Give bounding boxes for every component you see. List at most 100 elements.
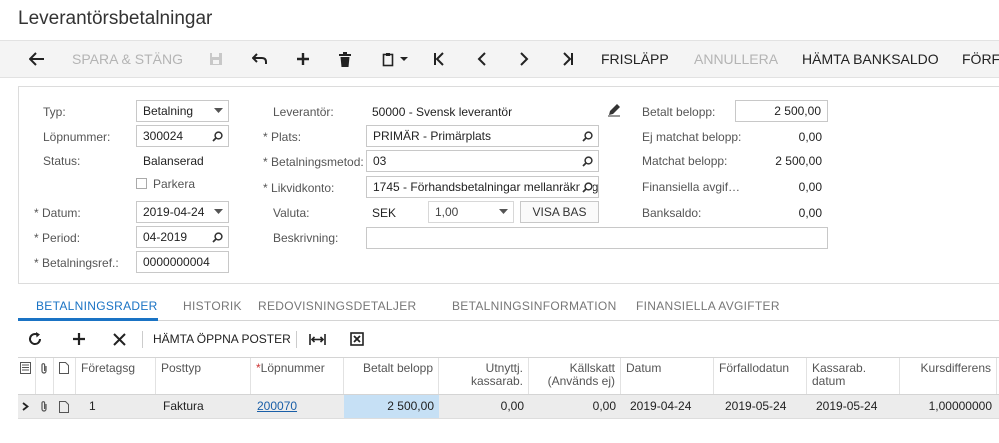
cell-paid[interactable]: 2 500,00 bbox=[344, 395, 439, 418]
export-excel-button[interactable] bbox=[350, 322, 364, 356]
tab-payment-info[interactable]: BETALNINGSINFORMATION bbox=[452, 299, 617, 313]
exchange-rate-value: 1,00 bbox=[435, 205, 459, 219]
back-button[interactable] bbox=[22, 41, 52, 77]
col-posttype[interactable]: Posttyp bbox=[156, 358, 251, 394]
add-row-button[interactable] bbox=[72, 322, 86, 356]
vendor-label: Leverantör: bbox=[273, 105, 334, 119]
paid-amount-field[interactable]: 2 500,00 bbox=[735, 100, 828, 122]
last-record-button[interactable] bbox=[555, 41, 581, 77]
cancel-button[interactable]: ANNULLERA bbox=[694, 41, 778, 77]
cash-account-label: Likvidkonto: bbox=[263, 181, 334, 195]
status-label: Status: bbox=[43, 154, 81, 168]
currency-label: Valuta: bbox=[273, 206, 310, 220]
previous-record-button[interactable] bbox=[469, 41, 495, 77]
delete-row-button[interactable] bbox=[113, 322, 126, 356]
fetch-open-items-button[interactable]: HÄMTA ÖPPNA POSTER bbox=[153, 322, 291, 356]
cell-withholding[interactable]: 0,00 bbox=[529, 395, 621, 418]
cell-due-date[interactable]: 2019-05-24 bbox=[720, 395, 807, 418]
undo-button[interactable] bbox=[247, 41, 273, 77]
matched-amount-value: 2 500,00 bbox=[775, 154, 822, 168]
more-toolbar-button[interactable]: FÖRF bbox=[962, 41, 999, 77]
period-label: Period: bbox=[34, 231, 80, 245]
col-number[interactable]: *Löpnummer bbox=[251, 358, 344, 394]
type-select[interactable]: Betalning bbox=[136, 100, 229, 122]
chevron-down-icon bbox=[214, 202, 223, 222]
refresh-button[interactable] bbox=[28, 322, 42, 356]
file-column-icon[interactable] bbox=[54, 358, 76, 394]
description-field[interactable] bbox=[366, 227, 828, 249]
col-paid[interactable]: Betalt belopp bbox=[344, 358, 439, 394]
cell-posttype[interactable]: Faktura bbox=[158, 395, 251, 418]
type-label: Typ: bbox=[43, 105, 66, 119]
first-record-button[interactable] bbox=[426, 41, 452, 77]
clipboard-icon bbox=[382, 52, 393, 66]
tab-accounting-details[interactable]: REDOVISNINGSDETALJER bbox=[258, 299, 416, 313]
period-field[interactable]: 04-2019 bbox=[136, 226, 229, 248]
add-button[interactable] bbox=[290, 41, 316, 77]
park-label: Parkera bbox=[153, 177, 196, 191]
plus-icon bbox=[73, 333, 85, 345]
park-checkbox[interactable] bbox=[136, 178, 147, 189]
tab-history[interactable]: HISTORIK bbox=[183, 299, 242, 313]
plus-icon bbox=[297, 53, 309, 65]
exchange-rate-select[interactable]: 1,00 bbox=[428, 201, 514, 223]
excel-icon bbox=[350, 332, 364, 346]
col-used-discount[interactable]: Utnyttj. kassarab. bbox=[439, 358, 529, 394]
delete-button[interactable] bbox=[332, 41, 358, 77]
save-close-button[interactable]: SPARA & STÄNG bbox=[72, 41, 183, 77]
search-icon bbox=[582, 126, 593, 146]
cell-date[interactable]: 2019-04-24 bbox=[625, 395, 714, 418]
tab-financial-charges[interactable]: FINANSIELLA AVGIFTER bbox=[636, 299, 780, 313]
table-row[interactable]: 1 Faktura 200070 2 500,00 0,00 0,00 2019… bbox=[18, 395, 999, 419]
col-date[interactable]: Datum bbox=[621, 358, 714, 394]
number-value: 300024 bbox=[143, 129, 184, 143]
col-withholding[interactable]: Källskatt (Används ej) bbox=[529, 358, 621, 394]
file-icon[interactable] bbox=[54, 395, 76, 418]
grid-toolbar: HÄMTA ÖPPNA POSTER bbox=[18, 322, 999, 356]
payment-ref-label: Betalningsref.: bbox=[34, 256, 119, 270]
payment-ref-field[interactable]: 0000000004 bbox=[136, 251, 229, 273]
copy-paste-menu[interactable] bbox=[378, 41, 412, 77]
row-selector-icon[interactable] bbox=[18, 395, 36, 418]
search-icon bbox=[212, 126, 223, 146]
cell-number-link[interactable]: 200070 bbox=[252, 395, 344, 418]
payment-lines-grid: Företagsg Posttyp *Löpnummer Betalt belo… bbox=[18, 357, 999, 443]
matched-amount-label: Matchat belopp: bbox=[642, 154, 728, 168]
cell-exchange-diff[interactable]: 1,00000000 bbox=[900, 395, 997, 418]
number-label: Löpnummer: bbox=[43, 130, 111, 144]
col-exchange-diff[interactable]: Kursdifferens bbox=[900, 358, 997, 394]
edit-vendor-icon[interactable] bbox=[607, 103, 621, 120]
financial-charges-value: 0,00 bbox=[798, 180, 822, 194]
financial-charges-label: Finansiella avgif… bbox=[642, 180, 741, 194]
chevron-down-icon bbox=[214, 101, 223, 121]
undo-icon bbox=[252, 53, 267, 64]
next-record-button[interactable] bbox=[511, 41, 537, 77]
search-icon bbox=[212, 227, 223, 247]
cash-account-field[interactable]: 1745 - Förhandsbetalningar mellanräkning bbox=[366, 176, 599, 198]
col-due-date[interactable]: Förfallodatun bbox=[714, 358, 807, 394]
date-field[interactable]: 2019-04-24 bbox=[136, 201, 229, 223]
save-button[interactable] bbox=[203, 41, 229, 77]
cell-discount-date[interactable]: 2019-05-24 bbox=[811, 395, 900, 418]
col-discount-date[interactable]: Kassarab. datum bbox=[807, 358, 900, 394]
attachment-column-icon[interactable] bbox=[36, 358, 54, 394]
fit-columns-button[interactable] bbox=[309, 322, 326, 356]
release-button[interactable]: FRISLÄPP bbox=[601, 41, 669, 77]
fetch-bank-balance-button[interactable]: HÄMTA BANKSALDO bbox=[802, 41, 939, 77]
tab-payment-lines[interactable]: BETALNINGSRADER bbox=[36, 299, 158, 313]
view-base-button[interactable]: VISA BAS bbox=[520, 201, 599, 223]
grid-header: Företagsg Posttyp *Löpnummer Betalt belo… bbox=[18, 357, 999, 395]
cell-used-discount[interactable]: 0,00 bbox=[439, 395, 529, 418]
attachment-icon[interactable] bbox=[36, 395, 54, 418]
location-field[interactable]: PRIMÄR - Primärplats bbox=[366, 125, 599, 147]
payment-method-field[interactable]: 03 bbox=[366, 150, 599, 172]
cell-company[interactable]: 1 bbox=[84, 395, 156, 418]
paid-amount-label: Betalt belopp: bbox=[642, 105, 716, 119]
chevron-down-icon bbox=[399, 57, 408, 61]
notes-column-icon[interactable] bbox=[18, 358, 36, 394]
number-field[interactable]: 300024 bbox=[136, 125, 229, 147]
col-number-label: Löpnummer bbox=[260, 361, 325, 375]
location-value: PRIMÄR - Primärplats bbox=[373, 129, 492, 143]
col-company[interactable]: Företagsg bbox=[76, 358, 156, 394]
vendor-value[interactable]: 50000 - Svensk leverantör bbox=[372, 105, 512, 119]
